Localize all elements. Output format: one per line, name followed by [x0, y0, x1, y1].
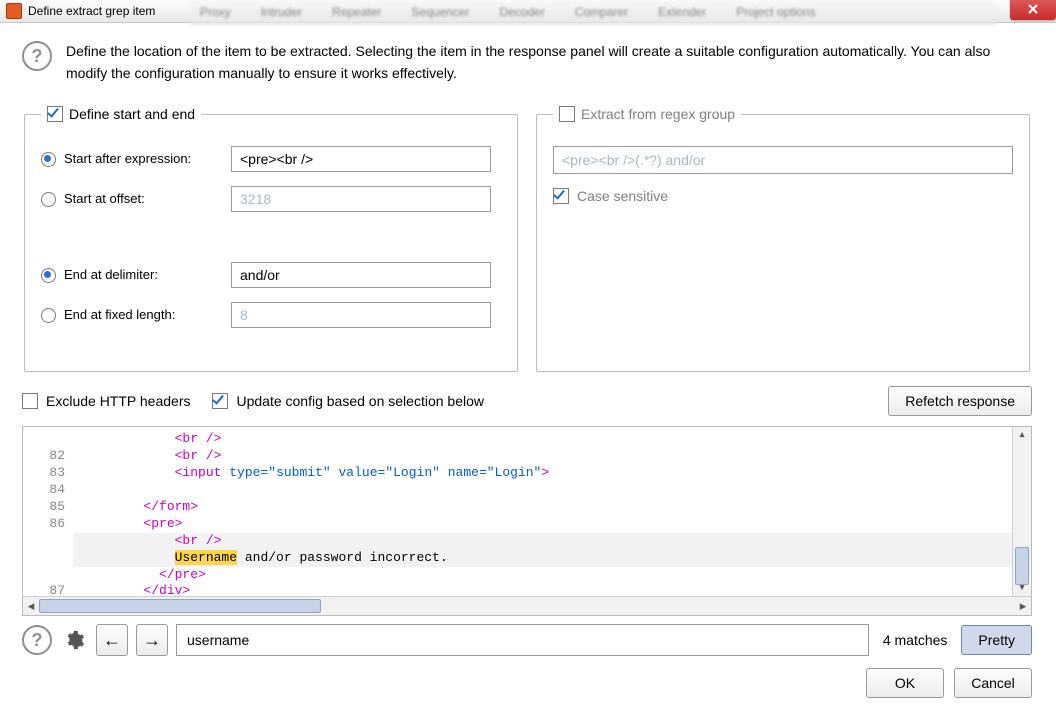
ok-button[interactable]: OK — [866, 668, 944, 698]
app-icon — [6, 3, 22, 19]
close-icon — [1027, 3, 1039, 15]
search-help-icon[interactable]: ? — [22, 625, 52, 655]
vertical-scrollbar[interactable]: ▴ ▾ — [1012, 427, 1031, 596]
scroll-left-icon[interactable]: ◂ — [23, 598, 39, 614]
start-offset-radio[interactable] — [41, 192, 56, 207]
scroll-up-icon[interactable]: ▴ — [1013, 427, 1031, 443]
horizontal-scrollbar[interactable]: ◂ ▸ — [23, 596, 1031, 615]
window-title: Define extract grep item — [28, 4, 155, 18]
settings-button[interactable] — [60, 626, 88, 654]
case-sensitive-checkbox[interactable] — [553, 188, 569, 204]
match-count: 4 matches — [877, 632, 954, 648]
end-fixed-radio[interactable] — [41, 308, 56, 323]
response-editor: 8283848586878889 <br /> <br /> <input ty… — [22, 426, 1032, 616]
end-delimiter-input[interactable] — [231, 262, 491, 288]
line-gutter: 8283848586878889 — [23, 427, 73, 596]
scroll-right-icon[interactable]: ▸ — [1015, 598, 1031, 614]
end-fixed-input[interactable] — [231, 302, 491, 328]
start-after-input[interactable] — [231, 146, 491, 172]
help-icon[interactable]: ? — [22, 41, 52, 71]
horizontal-scroll-thumb[interactable] — [39, 599, 321, 613]
cancel-button[interactable]: Cancel — [954, 668, 1032, 698]
start-after-label[interactable]: Start after expression: — [41, 151, 231, 167]
search-input[interactable] — [176, 624, 869, 656]
define-start-end-checkbox[interactable] — [47, 106, 63, 122]
scroll-down-icon[interactable]: ▾ — [1013, 580, 1031, 596]
description-text: Define the location of the item to be ex… — [66, 41, 1032, 84]
exclude-headers-checkbox[interactable] — [22, 393, 38, 409]
end-delimiter-radio[interactable] — [41, 268, 56, 283]
pretty-button[interactable]: Pretty — [961, 625, 1032, 655]
gear-icon — [63, 629, 85, 651]
refetch-button[interactable]: Refetch response — [888, 386, 1032, 416]
regex-group: Extract from regex group Case sensitive — [536, 106, 1030, 372]
end-fixed-label[interactable]: End at fixed length: — [41, 307, 231, 323]
titlebar: Define extract grep item ProxyIntruderRe… — [0, 0, 1056, 23]
define-start-end-group: Define start and end Start after express… — [24, 106, 518, 372]
regex-label: Extract from regex group — [581, 106, 735, 122]
end-delimiter-label[interactable]: End at delimiter: — [41, 267, 231, 283]
start-after-radio[interactable] — [41, 152, 56, 167]
regex-checkbox[interactable] — [559, 106, 575, 122]
exclude-headers-label: Exclude HTTP headers — [46, 393, 190, 409]
search-prev-button[interactable]: ← — [96, 624, 128, 656]
regex-legend[interactable]: Extract from regex group — [553, 106, 741, 122]
window-close-button[interactable] — [1010, 0, 1056, 20]
blurred-tabs: ProxyIntruderRepeaterSequencerDecoderCom… — [190, 0, 996, 25]
update-config-label: Update config based on selection below — [236, 393, 484, 409]
define-start-end-legend[interactable]: Define start and end — [41, 106, 201, 122]
case-sensitive-label: Case sensitive — [577, 188, 668, 204]
code-area[interactable]: <br /> <br /> <input type="submit" value… — [73, 427, 1012, 596]
update-config-checkbox[interactable] — [212, 393, 228, 409]
search-next-button[interactable]: → — [136, 624, 168, 656]
start-offset-label[interactable]: Start at offset: — [41, 191, 231, 207]
start-offset-input[interactable] — [231, 186, 491, 212]
define-start-end-label: Define start and end — [69, 106, 195, 122]
regex-input[interactable] — [553, 146, 1013, 174]
